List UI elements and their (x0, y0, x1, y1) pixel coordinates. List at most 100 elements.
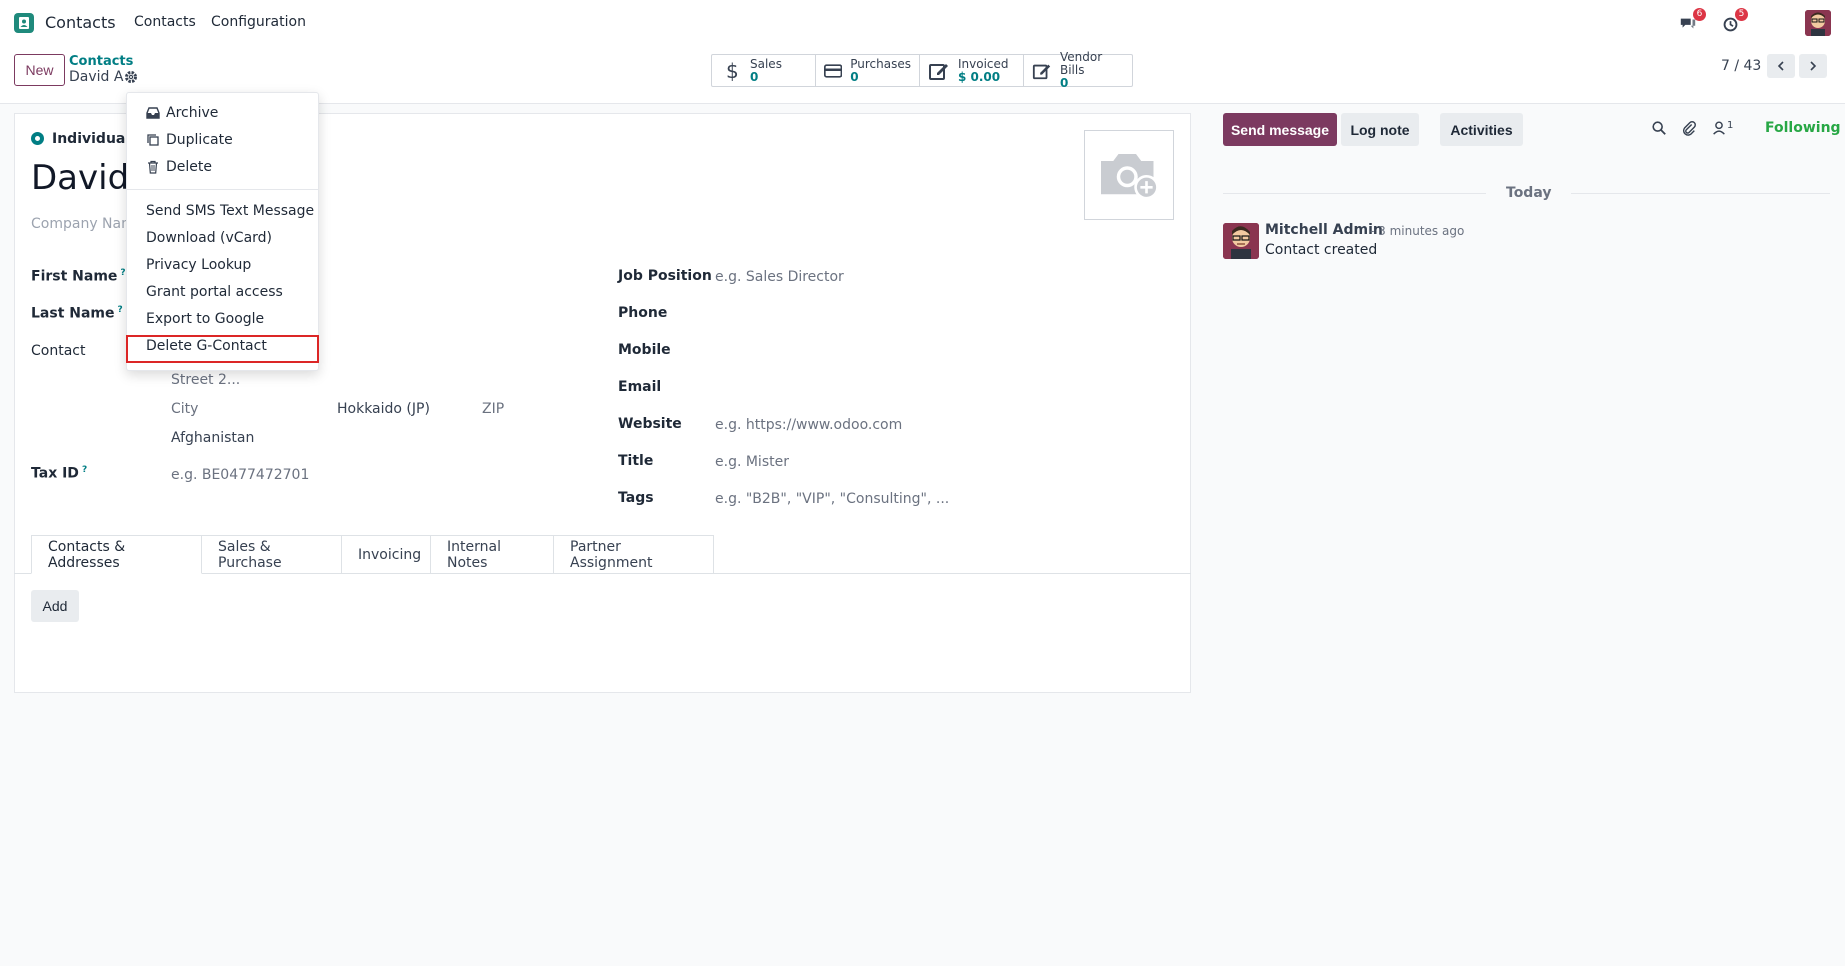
job-position-label: Job Position (618, 268, 712, 284)
photo-upload[interactable] (1084, 130, 1174, 220)
paperclip-icon[interactable] (1681, 120, 1699, 138)
street2-field[interactable]: Street 2... (171, 372, 240, 388)
dropdown-divider (127, 189, 318, 190)
tab-internal-notes[interactable]: Internal Notes (431, 535, 554, 574)
date-separator-today: Today (1486, 185, 1572, 201)
pencil-square-icon (929, 63, 948, 80)
email-label: Email (618, 379, 662, 395)
dropdown-item-archive[interactable]: Archive (146, 105, 218, 121)
stat-purchases[interactable]: Purchases 0 (816, 55, 920, 86)
stat-label: Purchases (850, 56, 911, 71)
stat-buttons: $ Sales 0 Purchases 0 Invoiced $ 0.00 Vendo… (711, 51, 1133, 90)
country-field[interactable]: Afghanistan (171, 430, 254, 446)
tax-id-field[interactable]: e.g. BE0477472701 (171, 467, 309, 483)
dropdown-item-export-to-google[interactable]: Export to Google (146, 311, 264, 327)
activities-button[interactable]: Activities (1440, 113, 1523, 146)
copy-icon (147, 134, 159, 146)
stat-invoiced[interactable]: Invoiced $ 0.00 (920, 55, 1024, 86)
radio-individual-label[interactable]: Individual (52, 131, 130, 147)
stat-value: $ 0.00 (958, 69, 1001, 84)
activities-clock-icon[interactable]: 5 (1719, 8, 1748, 35)
stat-label: Invoiced (958, 56, 1009, 71)
pencil-square-icon (1032, 64, 1051, 79)
new-button[interactable]: New (14, 54, 65, 86)
dropdown-item-send-sms[interactable]: Send SMS Text Message (146, 203, 314, 219)
stat-sales[interactable]: $ Sales 0 (712, 55, 816, 86)
followers-count: 1 (1727, 120, 1734, 131)
contacts-app-icon[interactable] (14, 13, 34, 33)
help-icon[interactable]: ? (82, 465, 87, 475)
author-avatar[interactable] (1223, 223, 1259, 259)
message-author[interactable]: Mitchell Admin (1265, 222, 1383, 238)
dollar-icon: $ (726, 60, 739, 82)
tab-sales-purchase[interactable]: Sales & Purchase (202, 535, 342, 574)
pager-value[interactable]: 7 / 43 (1721, 58, 1761, 74)
menu-contacts[interactable]: Contacts (134, 14, 196, 30)
radio-individual[interactable] (31, 132, 44, 145)
last-name-label-text: Last Name (31, 305, 115, 322)
highlight-box (126, 335, 319, 363)
job-position-field[interactable]: e.g. Sales Director (715, 269, 844, 285)
credit-card-icon (824, 63, 843, 78)
messages-icon[interactable]: 6 (1677, 8, 1706, 35)
dropdown-item-label: Duplicate (166, 132, 233, 148)
phone-label: Phone (618, 305, 668, 321)
dropdown-item-label: Delete (166, 159, 212, 175)
message-time: - 3 minutes ago (1370, 224, 1465, 238)
tax-id-label-text: Tax ID (31, 465, 79, 482)
archive-icon (146, 107, 160, 119)
first-name-label: First Name? (31, 268, 126, 285)
user-avatar[interactable] (1805, 10, 1831, 36)
chevron-right-icon (1810, 61, 1817, 71)
state-field[interactable]: Hokkaido (JP) (337, 401, 430, 417)
tags-label: Tags (618, 490, 654, 506)
app-name[interactable]: Contacts (45, 13, 116, 32)
tax-id-label: Tax ID? (31, 465, 87, 482)
tab-partner-assignment[interactable]: Partner Assignment (554, 535, 714, 574)
title-field[interactable]: e.g. Mister (715, 454, 789, 470)
stat-value: 0 (850, 69, 859, 84)
website-label: Website (618, 416, 682, 432)
dropdown-item-privacy-lookup[interactable]: Privacy Lookup (146, 257, 251, 273)
top-navbar: Contacts Contacts Configuration 6 5 (0, 0, 1845, 46)
dropdown-item-duplicate[interactable]: Duplicate (146, 132, 233, 148)
website-field[interactable]: e.g. https://www.odoo.com (715, 417, 902, 433)
dropdown-item-grant-portal-access[interactable]: Grant portal access (146, 284, 283, 300)
trash-icon (148, 160, 158, 174)
tab-contacts-addresses[interactable]: Contacts & Addresses (31, 535, 202, 574)
stat-label: Vendor Bills (1059, 50, 1103, 77)
form-tabs: Contacts & Addresses Sales & Purchase In… (31, 535, 714, 574)
last-name-label: Last Name? (31, 305, 123, 322)
zip-field[interactable]: ZIP (482, 401, 504, 417)
activities-badge: 5 (1735, 8, 1748, 21)
dropdown-item-download-vcard[interactable]: Download (vCard) (146, 230, 272, 246)
send-message-button[interactable]: Send message (1223, 113, 1337, 146)
stat-label: Sales (750, 56, 782, 71)
dropdown-item-label: Archive (166, 105, 219, 121)
help-icon[interactable]: ? (118, 305, 123, 315)
title-label: Title (618, 453, 654, 469)
breadcrumb-current: David A (69, 69, 124, 85)
gear-icon[interactable] (124, 70, 138, 84)
camera-plus-icon (1101, 154, 1159, 200)
search-icon[interactable] (1651, 120, 1669, 138)
chevron-left-icon (1777, 61, 1784, 71)
menu-configuration[interactable]: Configuration (211, 14, 306, 30)
city-field[interactable]: City (171, 401, 198, 417)
stat-vendor-bills[interactable]: Vendor Bills 0 (1024, 51, 1132, 90)
followers-icon[interactable]: 1 (1711, 120, 1741, 138)
dropdown-item-delete[interactable]: Delete (146, 159, 212, 175)
log-note-button[interactable]: Log note (1341, 113, 1419, 146)
first-name-label-text: First Name (31, 268, 118, 285)
help-icon[interactable]: ? (120, 268, 125, 278)
add-contact-button[interactable]: Add (31, 590, 79, 622)
breadcrumb-contacts-link[interactable]: Contacts (69, 54, 133, 69)
stat-value: 0 (750, 69, 759, 84)
message-body: Contact created (1265, 242, 1378, 258)
following-button[interactable]: Following (1765, 120, 1841, 136)
tab-invoicing[interactable]: Invoicing (342, 535, 431, 574)
pager-previous-button[interactable] (1767, 54, 1795, 78)
contact-label: Contact (31, 343, 86, 359)
pager-next-button[interactable] (1799, 54, 1827, 78)
tags-field[interactable]: e.g. "B2B", "VIP", "Consulting", ... (715, 491, 949, 507)
